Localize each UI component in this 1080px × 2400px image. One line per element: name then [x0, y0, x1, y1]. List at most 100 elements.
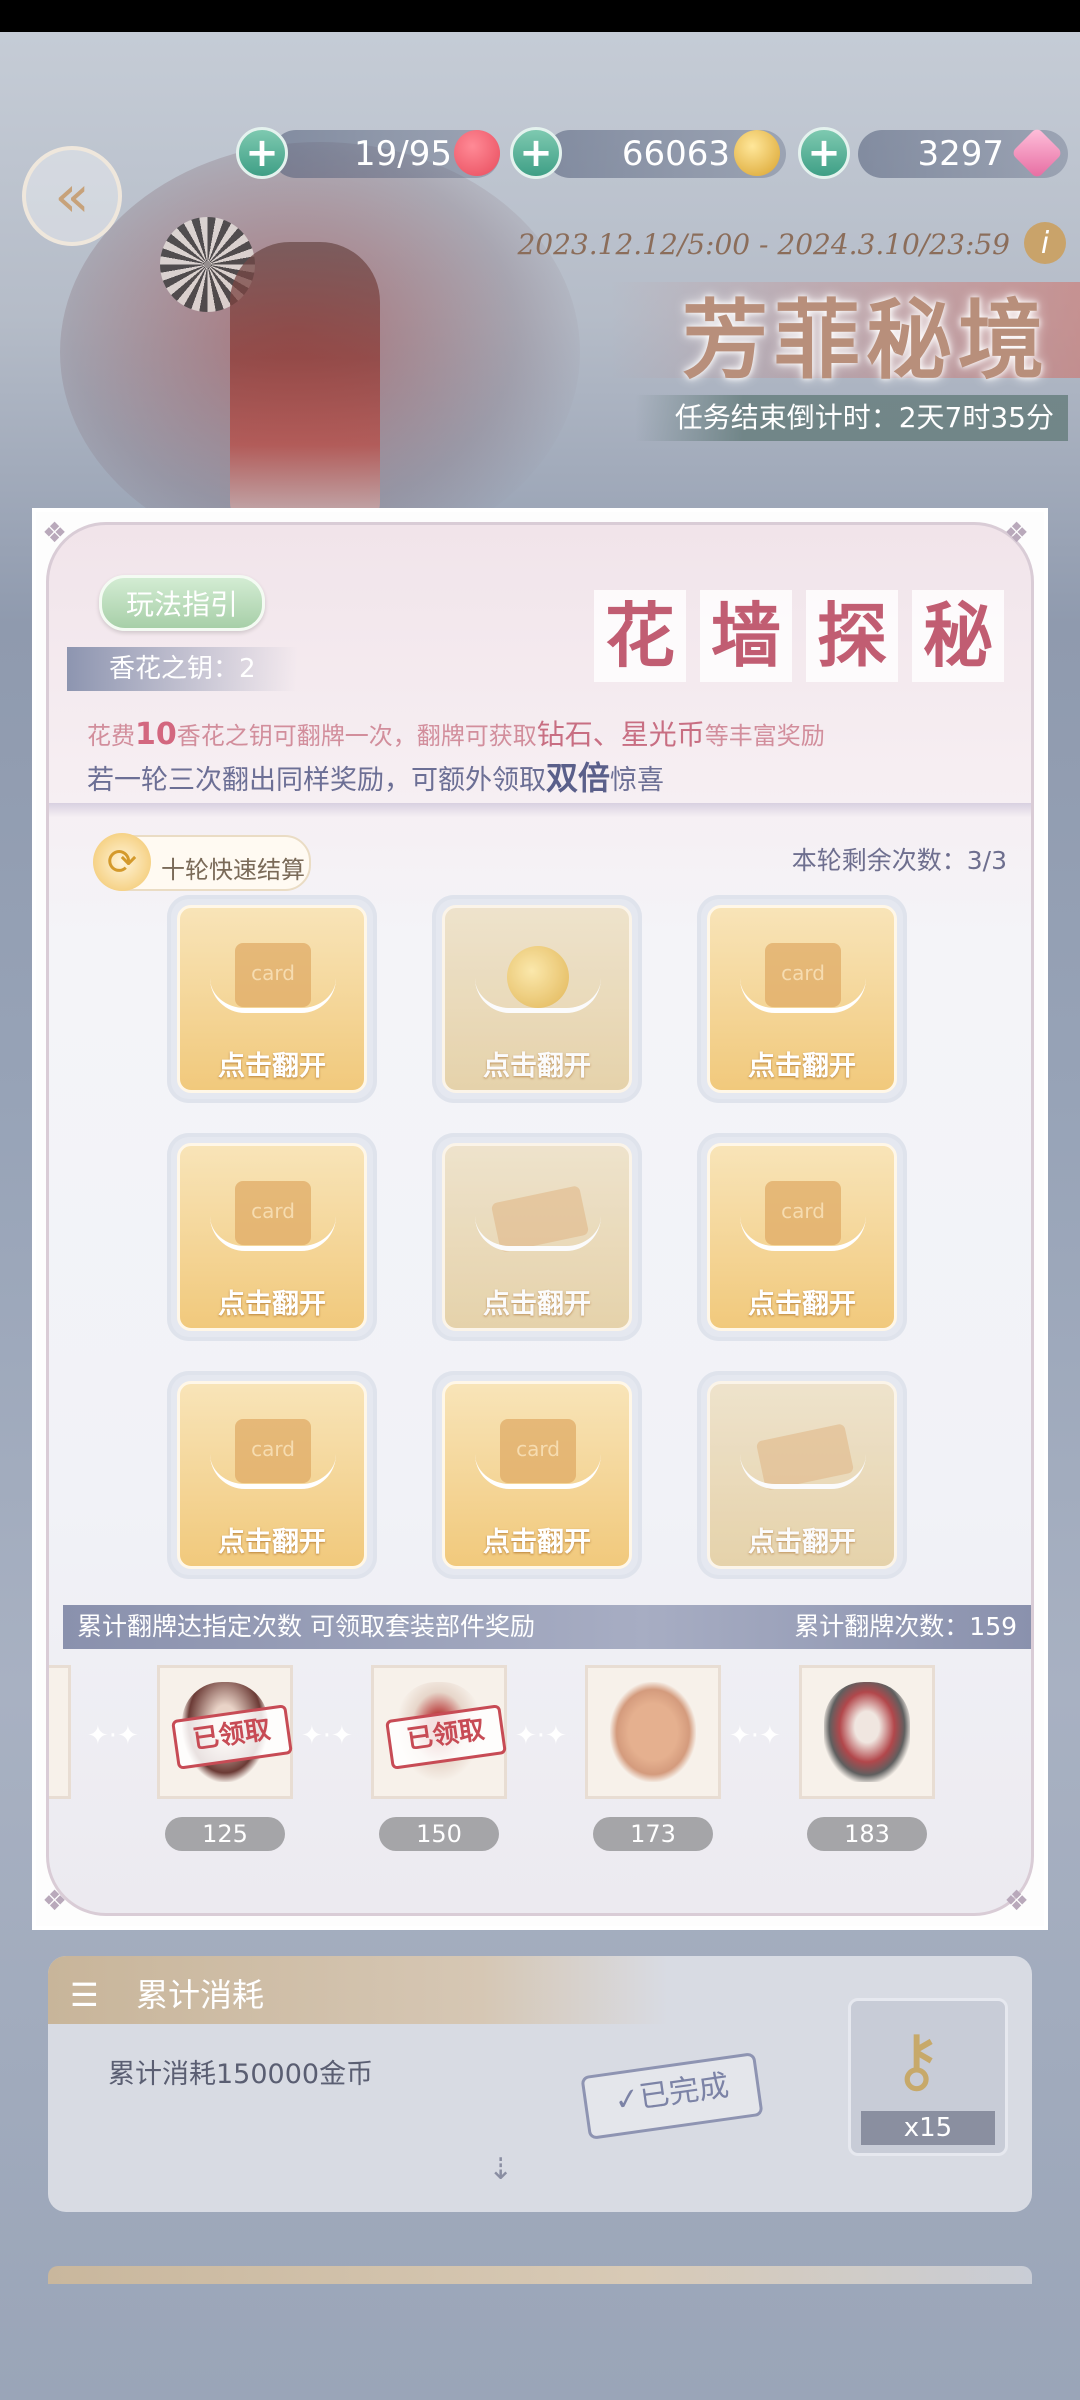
- modal-frame: 玩法指引 花 墙 探 秘 香花之钥：2 花费10香花之钥可翻牌一次，翻牌可获取钻…: [46, 522, 1034, 1916]
- reward-threshold: 173: [593, 1817, 713, 1851]
- card-face: card 点击翻开: [707, 905, 897, 1093]
- flip-arrow-icon: [740, 1216, 866, 1251]
- status-bar: [0, 0, 1080, 32]
- flip-arrow-icon: [210, 978, 336, 1013]
- flip-label: 点击翻开: [748, 1527, 856, 1558]
- guide-button[interactable]: 玩法指引: [99, 575, 265, 631]
- event-title: 芳菲秘境: [682, 290, 1050, 391]
- desc-text: 若一轮三次翻出同样奖励，可额外领取: [87, 765, 546, 796]
- diamond-value: 3297: [917, 134, 1004, 174]
- flip-label: 点击翻开: [748, 1051, 856, 1082]
- flip-total: 累计翻牌次数：159: [794, 1612, 1017, 1641]
- corner-ornament: ❖: [42, 1884, 68, 1917]
- card-face: 点击翻开: [442, 1143, 632, 1331]
- flip-label: 点击翻开: [218, 1289, 326, 1320]
- flip-card[interactable]: card 点击翻开: [432, 1371, 642, 1579]
- flip-label: 点击翻开: [483, 1289, 591, 1320]
- reward-quantity: x15: [861, 2111, 995, 2145]
- stamina-value: 19/95: [354, 134, 452, 174]
- title-char: 秘: [912, 590, 1004, 682]
- reward-bar-label: 累计翻牌达指定次数 可领取套装部件奖励: [77, 1612, 535, 1641]
- gold-value: 66063: [621, 134, 730, 174]
- gold-plus-button[interactable]: +: [510, 127, 562, 179]
- list-icon: ☰: [70, 1976, 99, 2014]
- desc-highlight: 双倍: [546, 759, 611, 797]
- info-icon[interactable]: i: [1024, 222, 1066, 264]
- flip-arrow-icon: [210, 1454, 336, 1489]
- task-header: ☰ 累计消耗: [48, 1956, 668, 2024]
- card-face: card 点击翻开: [177, 1143, 367, 1331]
- flip-card[interactable]: 点击翻开: [432, 895, 642, 1103]
- flip-card[interactable]: card 点击翻开: [697, 1133, 907, 1341]
- desc-cost: 10: [135, 717, 177, 752]
- desc-text: 花费: [87, 722, 135, 750]
- refresh-icon: ⟳: [93, 833, 151, 891]
- flip-label: 点击翻开: [483, 1051, 591, 1082]
- flip-label: 点击翻开: [218, 1527, 326, 1558]
- card-face: card 点击翻开: [177, 905, 367, 1093]
- corner-ornament: ❖: [1004, 1884, 1030, 1917]
- quick-settle-button[interactable]: ⟳ 十轮快速结算: [93, 833, 311, 891]
- event-date-range: 2023.12.12/5:00 - 2024.3.10/23:59: [517, 228, 1010, 261]
- plus-icon: +: [519, 130, 553, 176]
- next-task-panel-edge: [48, 2266, 1032, 2284]
- flip-card[interactable]: card 点击翻开: [697, 895, 907, 1103]
- task-title: 累计消耗: [136, 1976, 265, 2014]
- character-illustration: [230, 242, 380, 532]
- card-face: 点击翻开: [442, 905, 632, 1093]
- flip-label: 点击翻开: [748, 1289, 856, 1320]
- flip-card[interactable]: card 点击翻开: [167, 895, 377, 1103]
- task-panel: ☰ 累计消耗 累计消耗150000金币 ✓已完成 ⇣ ⚷ x15: [48, 1956, 1032, 2212]
- card-face: card 点击翻开: [442, 1381, 632, 1569]
- sparkle-icon: ✦·✦: [87, 1721, 139, 1751]
- bonus-description: 若一轮三次翻出同样奖励，可额外领取双倍惊喜: [87, 753, 664, 799]
- reward-item[interactable]: [799, 1665, 935, 1799]
- heart-icon: [454, 130, 500, 176]
- flip-card-modal: 玩法指引 花 墙 探 秘 香花之钥：2 花费10香花之钥可翻牌一次，翻牌可获取钻…: [32, 508, 1048, 1930]
- plus-icon: +: [245, 130, 279, 176]
- stamina-plus-button[interactable]: +: [236, 127, 288, 179]
- flip-arrow-icon: [475, 978, 601, 1013]
- title-char: 墙: [700, 590, 792, 682]
- headdress-item-icon: [824, 1682, 910, 1782]
- flip-arrow-icon: [475, 1454, 601, 1489]
- diamond-plus-button[interactable]: +: [798, 127, 850, 179]
- event-countdown: 任务结束倒计时：2天7时35分: [634, 395, 1068, 441]
- key-icon: ⚷: [891, 2019, 943, 2101]
- back-arrow-icon: «: [54, 162, 90, 230]
- reward-item[interactable]: 已领取: [157, 1665, 293, 1799]
- expand-icon[interactable]: ⇣: [488, 2152, 513, 2187]
- sparkle-icon: ✦·✦: [729, 1721, 781, 1751]
- reward-item[interactable]: 已领取: [371, 1665, 507, 1799]
- flip-label: 点击翻开: [483, 1527, 591, 1558]
- flip-card[interactable]: card 点击翻开: [167, 1133, 377, 1341]
- desc-text: 等丰富奖励: [704, 722, 825, 750]
- reward-track: ✦·✦ 已领取 125 ✦·✦ 已领取 150 ✦·✦ 173 ✦·✦ 183: [49, 1655, 1031, 1885]
- info-glyph: i: [1040, 225, 1050, 261]
- sparkle-icon: ✦·✦: [515, 1721, 567, 1751]
- back-button[interactable]: «: [22, 146, 122, 246]
- flip-arrow-icon: [740, 1454, 866, 1489]
- reward-threshold: 183: [807, 1817, 927, 1851]
- flip-arrow-icon: [210, 1216, 336, 1251]
- card-face: card 点击翻开: [177, 1381, 367, 1569]
- title-char: 探: [806, 590, 898, 682]
- flip-card[interactable]: 点击翻开: [697, 1371, 907, 1579]
- desc-text: 惊喜: [610, 765, 665, 796]
- remaining-count: 本轮剩余次数：3/3: [791, 846, 1007, 875]
- task-reward[interactable]: ⚷ x15: [848, 1998, 1008, 2156]
- flip-card[interactable]: 点击翻开: [432, 1133, 642, 1341]
- reward-bar: 累计翻牌达指定次数 可领取套装部件奖励 累计翻牌次数：159: [63, 1605, 1031, 1649]
- desc-text: 香花之钥可翻牌一次，翻牌可获取: [176, 722, 537, 750]
- modal-title: 花 墙 探 秘: [594, 590, 1004, 690]
- divider: [49, 803, 1031, 817]
- reward-threshold: 150: [379, 1817, 499, 1851]
- plus-icon: +: [807, 130, 841, 176]
- reward-item[interactable]: [585, 1665, 721, 1799]
- card-face: 点击翻开: [707, 1381, 897, 1569]
- corner-ornament: ❖: [42, 516, 68, 549]
- flip-arrow-icon: [475, 1216, 601, 1251]
- card-face: card 点击翻开: [707, 1143, 897, 1331]
- flip-card[interactable]: card 点击翻开: [167, 1371, 377, 1579]
- flip-label: 点击翻开: [218, 1051, 326, 1082]
